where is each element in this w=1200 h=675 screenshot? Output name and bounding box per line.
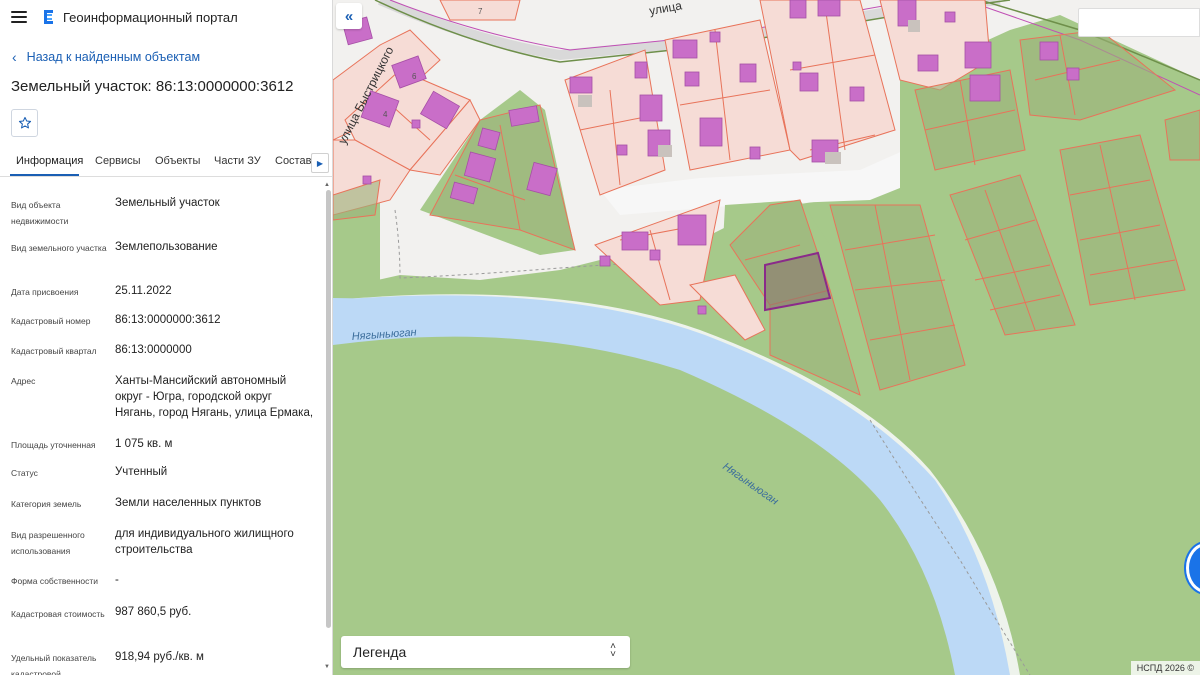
prop-label: Вид земельного участка [11, 243, 107, 253]
chevron-left-icon: ‹ [12, 49, 17, 65]
tab-parts[interactable]: Части ЗУ [214, 155, 261, 167]
prop-value: 86:13:0000000:3612 [115, 314, 221, 326]
house-number: 7 [478, 7, 483, 16]
sort-arrows-icon: ˄ ˅ [610, 641, 616, 660]
double-chevron-left-icon: « [344, 7, 354, 25]
collapse-panel-button[interactable]: « [336, 3, 362, 29]
prop-value: 1 075 кв. м [115, 438, 173, 450]
prop-label: Форма собственности [11, 576, 98, 586]
prop-value: 25.11.2022 [115, 285, 172, 297]
prop-label: Адрес [11, 376, 36, 386]
back-to-results-link[interactable]: ‹ Назад к найденным объектам [12, 49, 200, 65]
map-search-input[interactable] [1078, 8, 1200, 37]
prop-label: Категория земель [11, 499, 82, 509]
prop-value-address: Ханты-Мансийский автономный округ - Югра… [115, 375, 314, 419]
prop-value: для индивидуального жилищного строительс… [115, 528, 294, 556]
prop-value: 987 860,5 руб. [115, 606, 192, 618]
top-bar: Геоинформационный портал [0, 0, 332, 34]
prop-label: Площадь уточненная [11, 440, 96, 450]
prop-label: Кадастровый квартал [11, 346, 97, 356]
copyright-label: НСПД 2026 © [1130, 661, 1200, 675]
scroll-up-arrow[interactable]: ▲ [324, 182, 330, 188]
prop-value: - [115, 574, 119, 586]
prop-label: Удельный показатель кадастровой [11, 653, 97, 675]
prop-value: 86:13:0000000 [115, 344, 192, 356]
star-icon [18, 116, 31, 129]
house-number: 4 [383, 110, 388, 119]
portal-logo-icon [41, 9, 55, 25]
prop-value: Землепользование [115, 241, 218, 253]
tab-bar: Информация Сервисы Объекты Части ЗУ Сост… [0, 150, 332, 177]
scroll-down-arrow[interactable]: ▼ [324, 664, 330, 670]
house-number: 6 [412, 72, 417, 81]
info-panel: Геоинформационный портал ‹ Назад к найде… [0, 0, 333, 675]
prop-label: Вид объекта недвижимости [11, 200, 69, 226]
map-view[interactable]: улица Быстрицкого улица Нягыньюган Нягын… [333, 0, 1200, 675]
prop-label: Вид разрешенного использования [11, 530, 85, 556]
prop-value: Земли населенных пунктов [115, 497, 262, 509]
scrollbar-thumb[interactable] [326, 190, 331, 628]
back-label: Назад к найденным объектам [26, 50, 201, 64]
tab-objects[interactable]: Объекты [155, 155, 200, 167]
prop-label: Дата присвоения [11, 287, 79, 297]
object-title: Земельный участок: 86:13:0000000:3612 [11, 78, 294, 95]
legend-panel[interactable]: Легенда ˄ ˅ [341, 636, 630, 668]
tab-information[interactable]: Информация [16, 155, 83, 167]
prop-label: Кадастровый номер [11, 316, 91, 326]
favorite-button[interactable] [11, 109, 38, 137]
tab-composition[interactable]: Состав [275, 155, 311, 167]
prop-value: Земельный участок [115, 197, 220, 209]
tab-services[interactable]: Сервисы [95, 155, 141, 167]
app-title: Геоинформационный портал [63, 9, 238, 25]
prop-value: 918,94 руб./кв. м [115, 651, 204, 663]
prop-value: Учтенный [115, 466, 168, 478]
triangle-right-icon: ▶ [316, 158, 324, 168]
active-tab-indicator [10, 174, 79, 176]
prop-label: Кадастровая стоимость [11, 609, 105, 619]
prop-label: Статус [11, 468, 38, 478]
hamburger-icon[interactable] [11, 11, 27, 23]
legend-label: Легенда [353, 644, 407, 660]
tabs-next-button[interactable]: ▶ [311, 153, 329, 173]
